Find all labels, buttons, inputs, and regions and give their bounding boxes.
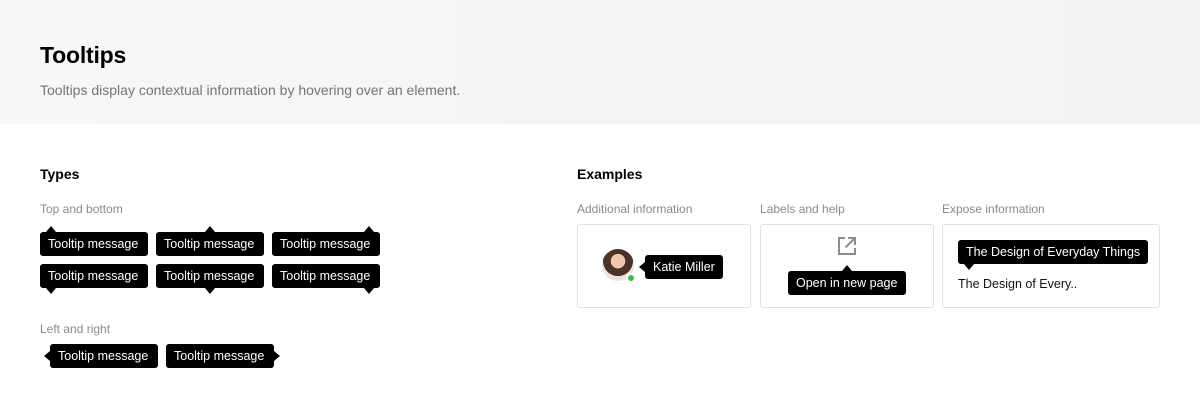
page-subtitle: Tooltips display contextual information … xyxy=(40,82,461,98)
page-header: Tooltips Tooltips display contextual inf… xyxy=(0,0,1200,124)
examples-title: Examples xyxy=(577,166,643,182)
truncated-book-title[interactable]: The Design of Every.. xyxy=(958,277,1077,291)
types-title: Types xyxy=(40,166,80,182)
full-title-tooltip: The Design of Everyday Things xyxy=(958,240,1149,270)
expose-info-card: The Design of Everyday Things The Design… xyxy=(942,224,1160,308)
tooltip-bottom-start: Tooltip message xyxy=(40,264,148,294)
tooltip-right: Tooltip message xyxy=(166,344,280,368)
tooltip-top-center: Tooltip message xyxy=(156,226,264,256)
tooltip-bottom-center: Tooltip message xyxy=(156,264,264,294)
open-in-new-icon[interactable] xyxy=(837,236,857,256)
tooltip-bottom-end: Tooltip message xyxy=(272,264,380,294)
left-right-label: Left and right xyxy=(40,322,111,336)
avatar-name-tooltip: Katie Miller xyxy=(639,255,723,279)
tooltip-left: Tooltip message xyxy=(44,344,158,368)
tooltip-top-end: Tooltip message xyxy=(272,226,380,256)
expose-info-label: Expose information xyxy=(942,202,1045,216)
labels-help-card: Open in new page xyxy=(760,224,934,308)
online-status-dot xyxy=(626,273,636,283)
labels-help-label: Labels and help xyxy=(760,202,845,216)
open-in-new-page-tooltip: Open in new page xyxy=(788,265,906,295)
avatar[interactable] xyxy=(602,249,636,283)
additional-info-card: Katie Miller xyxy=(577,224,751,308)
page-title: Tooltips xyxy=(40,42,127,68)
additional-info-label: Additional information xyxy=(577,202,693,216)
tooltip-top-start: Tooltip message xyxy=(40,226,148,256)
top-bottom-label: Top and bottom xyxy=(40,202,123,216)
